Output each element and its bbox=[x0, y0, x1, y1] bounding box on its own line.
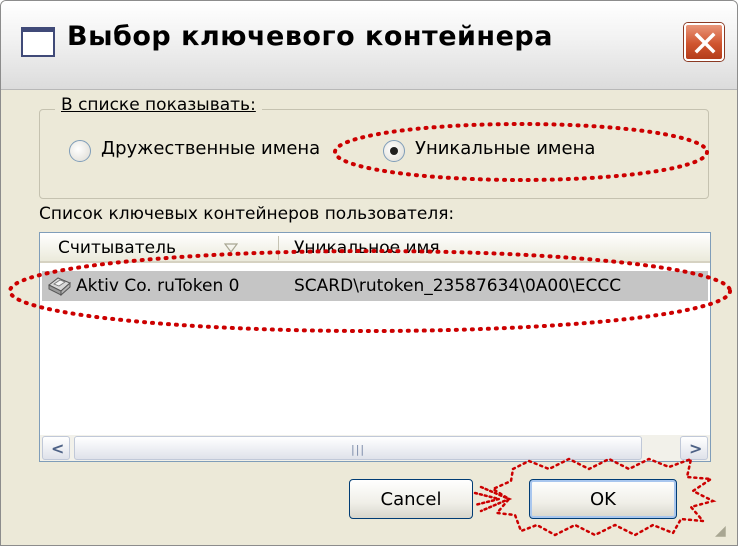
scroll-thumb[interactable]: ||| bbox=[74, 436, 642, 460]
column-divider[interactable] bbox=[278, 236, 279, 260]
radio-friendly-names[interactable] bbox=[69, 140, 91, 162]
cell-reader: Aktiv Co. ruToken 0 bbox=[76, 276, 240, 296]
highlight-arrows-cancel bbox=[473, 485, 513, 513]
radio-friendly-names-label[interactable]: Дружественные имена bbox=[101, 138, 320, 159]
scroll-right-button[interactable]: > bbox=[680, 436, 708, 460]
sort-desc-icon bbox=[224, 243, 238, 253]
column-unique-name[interactable]: Уникальное имя bbox=[294, 238, 440, 258]
title-bar[interactable]: Выбор ключевого контейнера bbox=[1, 1, 737, 90]
column-reader[interactable]: Считыватель bbox=[58, 238, 176, 258]
resize-grip-icon[interactable]: ◢ bbox=[715, 523, 726, 539]
window-icon bbox=[21, 27, 55, 57]
grip-icon: ||| bbox=[351, 443, 366, 456]
chevron-left-icon: < bbox=[51, 439, 65, 458]
ok-button[interactable]: OK bbox=[529, 479, 677, 519]
display-options-legend: В списке показывать: bbox=[55, 95, 262, 115]
cell-unique-name: SCARD\rutoken_23587634\0A00\ECCC bbox=[294, 276, 622, 296]
scroll-left-button[interactable]: < bbox=[42, 436, 70, 460]
container-list-caption: Список ключевых контейнеров пользователя… bbox=[39, 204, 455, 224]
radio-unique-names[interactable] bbox=[383, 140, 405, 162]
smartcard-reader-icon bbox=[48, 277, 71, 297]
listview-header: Считыватель Уникальное имя bbox=[40, 233, 710, 263]
horizontal-scrollbar[interactable]: < ||| > bbox=[40, 435, 710, 461]
legend-text: В списке показывать: bbox=[61, 95, 256, 115]
close-icon bbox=[694, 32, 716, 54]
window-title: Выбор ключевого контейнера bbox=[67, 21, 553, 52]
close-button[interactable] bbox=[684, 23, 724, 61]
radio-unique-names-label[interactable]: Уникальные имена bbox=[415, 138, 595, 159]
cancel-button[interactable]: Cancel bbox=[349, 479, 473, 519]
container-listview[interactable]: Считыватель Уникальное имя Aktiv Co. ruT… bbox=[39, 232, 711, 462]
chevron-right-icon: > bbox=[689, 439, 703, 458]
table-row[interactable]: Aktiv Co. ruToken 0 SCARD\rutoken_235876… bbox=[42, 271, 708, 301]
dialog-window: Выбор ключевого контейнера В списке пока… bbox=[0, 0, 738, 546]
